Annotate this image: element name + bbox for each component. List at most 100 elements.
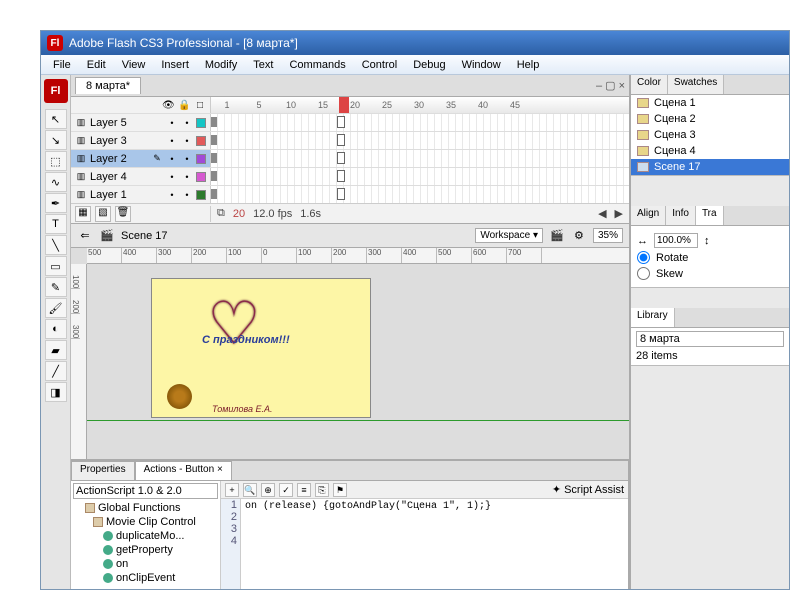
playhead[interactable]: [339, 97, 349, 113]
add-snippet-button[interactable]: +: [225, 483, 239, 497]
stage[interactable]: ♡ С праздником!!! Томилова Е.А.: [151, 278, 371, 418]
code-editor: + 🔍 ⊕ ✓ ≡ ⎘ ⚑ ✦Script Assist: [221, 481, 628, 589]
tick: 35: [435, 100, 467, 110]
menu-text[interactable]: Text: [245, 57, 281, 73]
layer-row[interactable]: ▥Layer 4••: [71, 167, 629, 185]
show-hint-button[interactable]: ⎘: [315, 483, 329, 497]
actions-tab[interactable]: Actions - Button ×: [135, 461, 232, 480]
color-tab[interactable]: Color: [631, 75, 668, 94]
scale-x-input[interactable]: [654, 233, 698, 248]
layer-row[interactable]: ▥Layer 1••: [71, 185, 629, 203]
back-icon[interactable]: ⇐: [77, 228, 93, 244]
selection-tool[interactable]: ↖: [45, 109, 67, 129]
delete-layer-button[interactable]: 🗑: [115, 206, 131, 222]
menubar: File Edit View Insert Modify Text Comman…: [41, 55, 789, 75]
canvas-area[interactable]: 5004003002001000100200300400500600700 10…: [71, 248, 629, 459]
properties-tab[interactable]: Properties: [71, 461, 135, 480]
code-text[interactable]: on (release) {gotoAndPlay("Сцена 1", 1);…: [241, 499, 628, 589]
doc-tab[interactable]: 8 марта*: [75, 77, 141, 94]
layer-name: Layer 1: [90, 189, 127, 201]
target-button[interactable]: ⊕: [261, 483, 275, 497]
tree-item[interactable]: Movie Clip Control: [106, 516, 196, 528]
new-folder-button[interactable]: ▧: [95, 206, 111, 222]
scroll-right-icon[interactable]: ▶: [615, 207, 623, 220]
layer-name: Layer 2: [90, 153, 127, 165]
rotate-radio[interactable]: [637, 251, 650, 264]
check-syntax-button[interactable]: ✓: [279, 483, 293, 497]
layer-row[interactable]: ▥Layer 2✎••: [71, 149, 629, 167]
frame-ruler[interactable]: 1 5 10 15 20 25 30 35 40 45: [211, 97, 629, 113]
edit-scene-icon[interactable]: 🎬: [549, 228, 565, 244]
skew-label: Skew: [656, 268, 683, 280]
onion-skin-icon[interactable]: ⧉: [217, 207, 225, 220]
titlebar-text: Adobe Flash CS3 Professional - [8 марта*…: [69, 36, 298, 50]
transform-tab[interactable]: Tra: [696, 206, 724, 225]
subselection-tool[interactable]: ↘: [45, 130, 67, 150]
layer-row[interactable]: ▥Layer 3••: [71, 131, 629, 149]
lock-icon[interactable]: 🔒: [178, 100, 190, 111]
align-tab[interactable]: Align: [631, 206, 666, 225]
menu-modify[interactable]: Modify: [197, 57, 245, 73]
pencil-tool[interactable]: ✎: [45, 277, 67, 297]
scroll-left-icon[interactable]: ◀: [598, 207, 606, 220]
swatches-tab[interactable]: Swatches: [668, 75, 724, 94]
scene-item[interactable]: Scene 17: [631, 159, 789, 175]
edit-symbol-icon[interactable]: ⚙: [571, 228, 587, 244]
workspace-dropdown[interactable]: Workspace ▾: [475, 228, 543, 243]
library-doc-select[interactable]: 8 марта: [636, 331, 784, 347]
line-tool[interactable]: ╲: [45, 235, 67, 255]
tree-item[interactable]: duplicateMo...: [116, 530, 184, 542]
eraser-tool[interactable]: ◨: [45, 382, 67, 402]
color-panel: Color Swatches Сцена 1 Сцена 2 Сцена 3 С…: [631, 75, 789, 176]
width-icon: ↔: [637, 235, 648, 247]
library-tab[interactable]: Library: [631, 308, 675, 327]
scene-item[interactable]: Сцена 1: [631, 95, 789, 111]
eye-icon[interactable]: 👁: [162, 100, 174, 111]
tick: 30: [403, 100, 435, 110]
paint-bucket-tool[interactable]: ▰: [45, 340, 67, 360]
menu-commands[interactable]: Commands: [281, 57, 353, 73]
script-assist-label[interactable]: Script Assist: [564, 484, 624, 496]
eyedropper-tool[interactable]: ╱: [45, 361, 67, 381]
rotate-label: Rotate: [656, 252, 688, 264]
rectangle-tool[interactable]: ▭: [45, 256, 67, 276]
menu-insert[interactable]: Insert: [153, 57, 197, 73]
brush-tool[interactable]: 🖌: [45, 298, 67, 318]
free-transform-tool[interactable]: ⬚: [45, 151, 67, 171]
zoom-dropdown[interactable]: 35%: [593, 228, 623, 243]
outline-icon[interactable]: □: [194, 100, 206, 111]
menu-help[interactable]: Help: [509, 57, 548, 73]
scene-item[interactable]: Сцена 4: [631, 143, 789, 159]
menu-window[interactable]: Window: [454, 57, 509, 73]
debug-button[interactable]: ⚑: [333, 483, 347, 497]
scene-name: Scene 17: [121, 230, 167, 242]
actionscript-tree[interactable]: ActionScript 1.0 & 2.0 Global Functions …: [71, 481, 221, 589]
skew-radio[interactable]: [637, 267, 650, 280]
tree-item[interactable]: onClipEvent: [116, 572, 175, 584]
lasso-tool[interactable]: ∿: [45, 172, 67, 192]
bottom-panels: Properties Actions - Button × ActionScri…: [71, 459, 629, 589]
auto-format-button[interactable]: ≡: [297, 483, 311, 497]
find-button[interactable]: 🔍: [243, 483, 257, 497]
ink-bottle-tool[interactable]: ◐: [45, 319, 67, 339]
new-layer-button[interactable]: ▦: [75, 206, 91, 222]
menu-file[interactable]: File: [45, 57, 79, 73]
as-version-select[interactable]: ActionScript 1.0 & 2.0: [73, 483, 218, 499]
scene-item[interactable]: Сцена 2: [631, 111, 789, 127]
pen-tool[interactable]: ✒: [45, 193, 67, 213]
scene-item[interactable]: Сцена 3: [631, 127, 789, 143]
tick: 40: [467, 100, 499, 110]
layer-swatch: [196, 118, 206, 128]
info-tab[interactable]: Info: [666, 206, 696, 225]
menu-edit[interactable]: Edit: [79, 57, 114, 73]
doc-window-controls[interactable]: – ▢ ×: [596, 79, 625, 92]
tree-item[interactable]: on: [116, 558, 128, 570]
tree-item[interactable]: Global Functions: [98, 502, 181, 514]
menu-debug[interactable]: Debug: [405, 57, 453, 73]
guide-line[interactable]: [87, 420, 629, 421]
layer-row[interactable]: ▥Layer 5••: [71, 113, 629, 131]
menu-control[interactable]: Control: [354, 57, 405, 73]
menu-view[interactable]: View: [114, 57, 154, 73]
text-tool[interactable]: T: [45, 214, 67, 234]
tree-item[interactable]: getProperty: [116, 544, 173, 556]
